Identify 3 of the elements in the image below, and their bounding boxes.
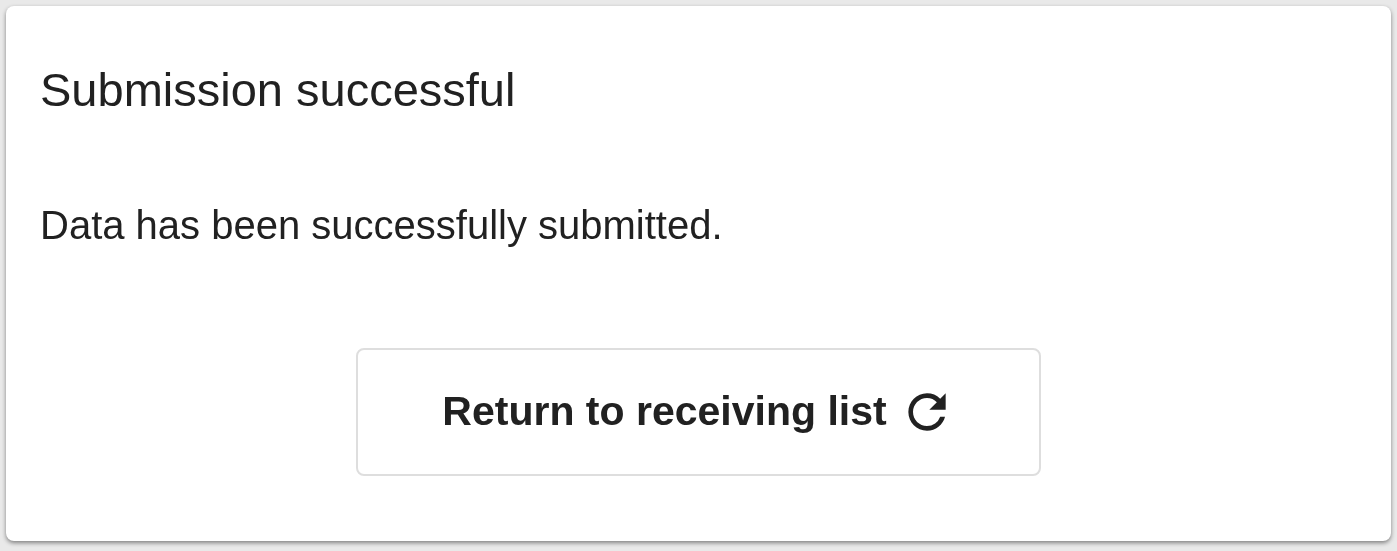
- return-button[interactable]: Return to receiving list: [356, 348, 1041, 476]
- dialog-title: Submission successful: [40, 62, 516, 118]
- dialog-message: Data has been successfully submitted.: [40, 202, 723, 249]
